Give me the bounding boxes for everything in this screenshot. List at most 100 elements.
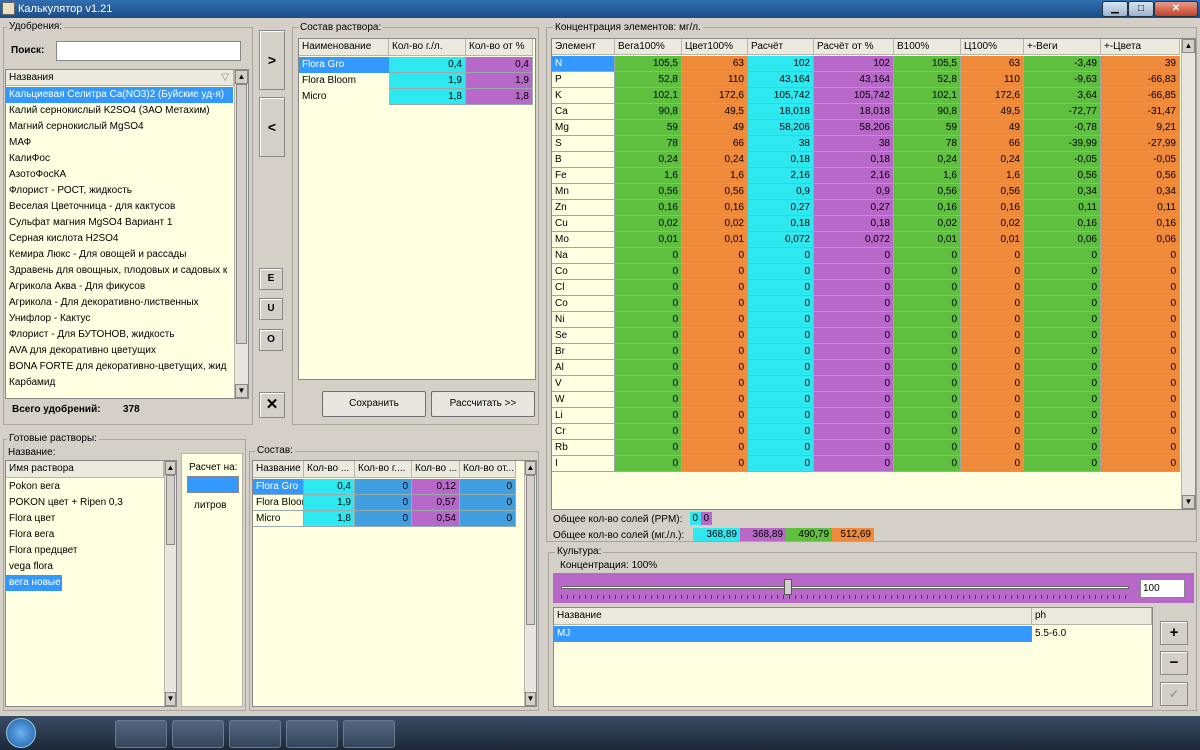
concentration-value-cell[interactable]: 43,164 [748, 72, 814, 88]
concentration-value-cell[interactable]: 0 [961, 376, 1024, 392]
composition-column-header[interactable]: Кол-во г./л. [389, 39, 466, 56]
concentration-value-cell[interactable]: 63 [961, 56, 1024, 72]
concentration-value-cell[interactable]: 0 [682, 440, 748, 456]
concentration-value-cell[interactable]: 0 [1101, 264, 1180, 280]
concentration-value-cell[interactable]: 0,16 [961, 200, 1024, 216]
composition-column-header[interactable]: Наименование [299, 39, 389, 56]
edit-culture-button[interactable]: ✓ [1160, 682, 1188, 706]
fertilizer-list-item[interactable]: Агрикола Аква - Для фикусов [6, 279, 233, 295]
concentration-value-cell[interactable]: 38 [748, 136, 814, 152]
concentration-value-cell[interactable]: 0 [1101, 248, 1180, 264]
concentration-value-cell[interactable]: -27,99 [1101, 136, 1180, 152]
concentration-value-cell[interactable]: 0,01 [894, 232, 961, 248]
concentration-value-cell[interactable]: 0,16 [615, 200, 682, 216]
element-name-cell[interactable]: Ca [552, 104, 615, 120]
sostav-value-cell[interactable]: 1,9 [304, 495, 355, 511]
concentration-value-cell[interactable]: 0 [1101, 424, 1180, 440]
element-name-cell[interactable]: Cr [552, 424, 615, 440]
concentration-value-cell[interactable]: 0 [1101, 408, 1180, 424]
concentration-value-cell[interactable]: 0 [961, 456, 1024, 472]
concentration-value-cell[interactable]: 0 [1024, 376, 1101, 392]
taskbar-app-3[interactable] [229, 720, 281, 748]
concentration-value-cell[interactable]: 0 [1024, 360, 1101, 376]
concentration-value-cell[interactable]: 0 [814, 280, 894, 296]
fertilizer-list-item[interactable]: МАФ [6, 135, 233, 151]
concentration-value-cell[interactable]: 0,02 [615, 216, 682, 232]
scroll-up-icon[interactable]: ▲ [165, 461, 176, 475]
slider-track[interactable] [561, 586, 1129, 589]
concentration-value-cell[interactable]: 0 [961, 440, 1024, 456]
ready-solution-item[interactable]: POKON цвет + Ripen 0,3 [6, 495, 163, 511]
concentration-value-cell[interactable]: 0,56 [682, 184, 748, 200]
concentration-value-cell[interactable]: 102 [748, 56, 814, 72]
concentration-value-cell[interactable]: 59 [615, 120, 682, 136]
scroll-up-icon[interactable]: ▲ [235, 70, 248, 84]
concentration-value-cell[interactable]: -0,78 [1024, 120, 1101, 136]
sostav-column-header[interactable]: Кол-во ... [412, 461, 460, 478]
concentration-value-cell[interactable]: 0,56 [894, 184, 961, 200]
concentration-value-cell[interactable]: 63 [682, 56, 748, 72]
concentration-value-cell[interactable]: 0 [814, 312, 894, 328]
concentration-value-cell[interactable]: 0 [748, 312, 814, 328]
concentration-value-cell[interactable]: 18,018 [748, 104, 814, 120]
sostav-value-cell[interactable]: 0,12 [412, 479, 460, 495]
sostav-value-cell[interactable]: 0,54 [412, 511, 460, 527]
concentration-value-cell[interactable]: -31,47 [1101, 104, 1180, 120]
concentration-value-cell[interactable]: 0,072 [814, 232, 894, 248]
concentration-value-cell[interactable]: 0 [1024, 264, 1101, 280]
concentration-value-cell[interactable]: 0,02 [961, 216, 1024, 232]
composition-row-qty[interactable]: 0,4 [389, 57, 466, 73]
concentration-value-cell[interactable]: 1,6 [894, 168, 961, 184]
sostav-column-header[interactable]: Кол-во от... [460, 461, 516, 478]
add-culture-button[interactable]: + [1160, 621, 1188, 645]
concentration-value-cell[interactable]: 0,24 [961, 152, 1024, 168]
concentration-value-cell[interactable]: 0 [814, 344, 894, 360]
sostav-value-cell[interactable]: 0 [355, 511, 412, 527]
element-name-cell[interactable]: Ni [552, 312, 615, 328]
concentration-value-cell[interactable]: 0 [961, 344, 1024, 360]
element-name-cell[interactable]: Na [552, 248, 615, 264]
concentration-value-cell[interactable]: 49 [961, 120, 1024, 136]
composition-row-qty[interactable]: 1,8 [389, 89, 466, 105]
concentration-value-cell[interactable]: 0 [615, 456, 682, 472]
culture-name-header[interactable]: Название [554, 608, 1032, 625]
concentration-value-cell[interactable]: -9,63 [1024, 72, 1101, 88]
fertilizer-list-item[interactable]: Агрикола - Для декоративно-лиственных [6, 295, 233, 311]
concentration-value-cell[interactable]: 90,8 [894, 104, 961, 120]
concentration-value-cell[interactable]: 0,02 [682, 216, 748, 232]
concentration-value-cell[interactable]: 0,24 [682, 152, 748, 168]
concentration-value-cell[interactable]: 0 [748, 344, 814, 360]
concentration-value-cell[interactable]: 0 [814, 328, 894, 344]
concentration-value-cell[interactable]: 0 [748, 376, 814, 392]
concentration-value-cell[interactable]: 0,16 [682, 200, 748, 216]
concentration-column-header[interactable]: +-Цвета [1101, 39, 1180, 55]
culture-row-ph[interactable]: 5.5-6.0 [1032, 626, 1152, 642]
ready-solution-item[interactable]: Flora вега [6, 527, 163, 543]
taskbar-app-2[interactable] [172, 720, 224, 748]
concentration-value-cell[interactable]: 0 [1101, 312, 1180, 328]
concentration-value-cell[interactable]: 49 [682, 120, 748, 136]
clear-icon[interactable]: ✕ [259, 392, 285, 418]
concentration-value-cell[interactable]: 0 [894, 280, 961, 296]
concentration-value-cell[interactable]: 0 [615, 360, 682, 376]
concentration-value-cell[interactable]: 0,16 [1101, 216, 1180, 232]
o-button[interactable]: O [259, 329, 283, 351]
fertilizer-list-item[interactable]: АзотоФосКА [6, 167, 233, 183]
sostav-value-cell[interactable]: 0 [460, 479, 516, 495]
concentration-value-cell[interactable]: 66 [682, 136, 748, 152]
concentration-value-cell[interactable]: 0 [894, 344, 961, 360]
concentration-value-cell[interactable]: 0,18 [748, 152, 814, 168]
concentration-value-cell[interactable]: 0 [814, 376, 894, 392]
ready-solution-item[interactable]: Flora предцвет [6, 543, 163, 559]
concentration-value-cell[interactable]: 0 [961, 424, 1024, 440]
concentration-column-header[interactable]: +-Веги [1024, 39, 1101, 55]
concentration-value-cell[interactable]: 0 [615, 376, 682, 392]
composition-table[interactable]: Наименование Кол-во г./л. Кол-во от % Flor… [298, 38, 536, 380]
concentration-value-cell[interactable]: 0 [961, 360, 1024, 376]
composition-row-pct[interactable]: 1,9 [466, 73, 533, 89]
concentration-value-cell[interactable]: 52,8 [615, 72, 682, 88]
fertilizer-list-item[interactable]: Карбамид [6, 375, 233, 391]
concentration-value-cell[interactable]: 0,27 [748, 200, 814, 216]
concentration-value-cell[interactable]: 0 [615, 296, 682, 312]
concentration-value-cell[interactable]: 102,1 [894, 88, 961, 104]
